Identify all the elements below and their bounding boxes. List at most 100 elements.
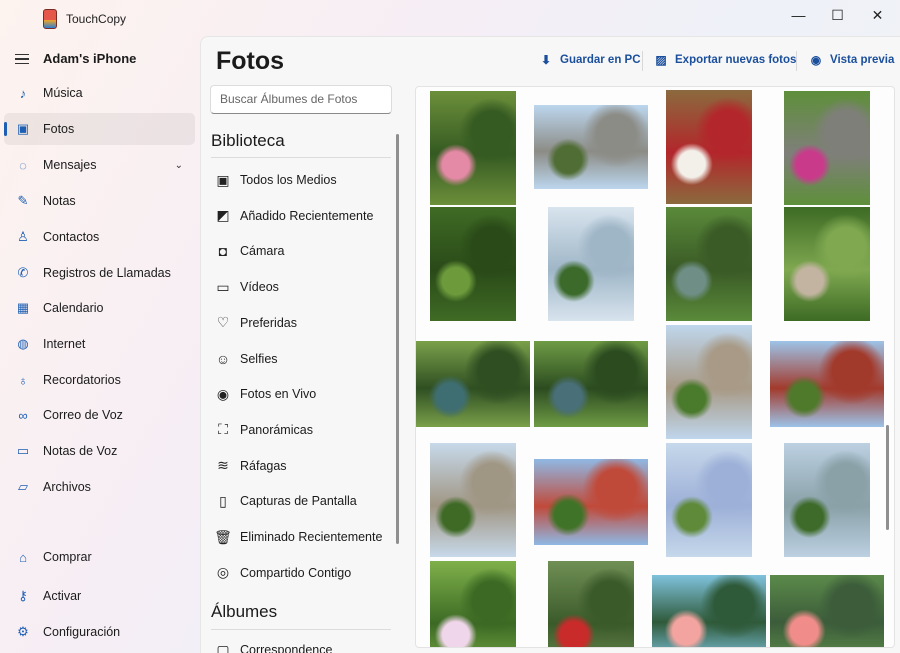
library-item-label: Panorámicas [240, 422, 313, 437]
sidebar-item-archivos[interactable]: ▱ Archivos [4, 471, 195, 503]
live-photo-icon: ◉ [216, 385, 230, 402]
photo-thumbnail[interactable] [548, 207, 634, 321]
sidebar-item-comprar[interactable]: ⌂ Comprar [4, 541, 195, 573]
library-item-label: Compartido Contigo [240, 565, 352, 580]
sidebar-item-correo-de-voz[interactable]: ∞ Correo de Voz [4, 399, 195, 431]
reminders-icon: ♁ [18, 372, 28, 388]
library-item[interactable]: ♡ Preferidas [210, 308, 390, 338]
photo-thumbnail[interactable] [430, 91, 516, 205]
album-icon: ▢ [216, 641, 230, 653]
music-icon: ♪ [19, 85, 27, 101]
export-new-photos-button[interactable]: ▨ Exportar nuevas fotos [654, 53, 796, 67]
preview-label: Vista previa [830, 54, 895, 66]
sidebar-item-label: Calendario [43, 301, 104, 315]
app-title: TouchCopy [66, 12, 127, 26]
recently-added-icon: ◩ [216, 207, 230, 224]
sidebar-item-label: Configuración [43, 625, 121, 639]
album-item-label: Correspondence [240, 643, 333, 653]
photo-thumbnail[interactable] [666, 325, 752, 439]
sidebar-item-registros-de-llamadas[interactable]: ✆ Registros de Llamadas [4, 257, 195, 289]
photo-grid-scrollbar[interactable] [886, 425, 889, 530]
camera-icon: ◘ [218, 243, 228, 260]
photo-thumbnail[interactable] [430, 443, 516, 557]
preview-button[interactable]: ◉ Vista previa [809, 53, 895, 67]
library-item[interactable]: ▭ Vídeos [210, 272, 390, 302]
sidebar-item-notas-de-voz[interactable]: ▭ Notas de Voz [4, 435, 195, 467]
photo-thumbnail[interactable] [784, 91, 870, 205]
library-item-label: Eliminado Recientemente [240, 530, 383, 544]
photo-thumbnail[interactable] [430, 207, 516, 321]
library-item[interactable]: 🗑 Eliminado Recientemente [210, 522, 390, 552]
library-item-label: Todos los Medios [240, 173, 337, 187]
library-item[interactable]: ▯ Capturas de Pantalla [210, 486, 390, 516]
save-to-pc-button[interactable]: ⬇ Guardar en PC [539, 53, 641, 67]
sidebar-item-label: Registros de Llamadas [43, 266, 171, 280]
maximize-button[interactable]: ☐ [815, 0, 860, 30]
gear-icon: ⚙ [17, 624, 29, 639]
photo-thumbnail[interactable] [666, 443, 752, 557]
sidebar-item-label: Correo de Voz [43, 408, 123, 422]
photo-thumbnail[interactable] [666, 207, 752, 321]
library-item[interactable]: ▣ Todos los Medios [210, 165, 390, 195]
library-item[interactable]: ☺ Selfies [210, 344, 390, 374]
sidebar-item-calendario[interactable]: ▦ Calendario [4, 292, 195, 324]
page-title: Fotos [216, 47, 285, 75]
sidebar-item-label: Fotos [43, 122, 75, 136]
library-item[interactable]: ◉ Fotos en Vivo [210, 379, 390, 409]
library-scrollbar[interactable] [396, 134, 399, 544]
eye-icon: ◉ [810, 53, 822, 67]
sidebar-item-notas[interactable]: ✎ Notas [4, 185, 195, 217]
photo-thumbnail[interactable] [666, 90, 752, 204]
library-item[interactable]: ≋ Ráfagas [210, 451, 390, 481]
sidebar-item-internet[interactable]: ◍ Internet [4, 328, 195, 360]
photo-thumbnail[interactable] [784, 207, 870, 321]
sidebar-item-label: Comprar [43, 550, 92, 564]
sidebar-item-música[interactable]: ♪ Música [4, 77, 195, 109]
close-button[interactable]: ✕ [855, 0, 900, 30]
sidebar-item-label: Activar [43, 589, 82, 603]
library-item-label: Ráfagas [240, 458, 287, 473]
photo-thumbnail[interactable] [534, 105, 648, 189]
burst-icon: ≋ [217, 457, 229, 474]
photo-thumbnail[interactable] [770, 575, 884, 647]
library-item-label: Vídeos [240, 280, 279, 295]
library-item-label: Añadido Recientemente [240, 208, 374, 223]
sidebar-item-recordatorios[interactable]: ♁ Recordatorios [4, 364, 195, 396]
photo-grid [415, 86, 895, 648]
selfie-icon: ☺ [215, 350, 231, 367]
menu-icon[interactable] [15, 54, 29, 64]
library-item-label: Capturas de Pantalla [240, 494, 357, 509]
library-item-label: Preferidas [240, 315, 297, 330]
library-item[interactable]: ◩ Añadido Recientemente [210, 201, 390, 231]
notes-icon: ✎ [17, 193, 29, 208]
sidebar-item-configuración[interactable]: ⚙ Configuración [4, 616, 195, 648]
sidebar-item-mensajes[interactable]: ◌ Mensajes ⌄ [4, 149, 195, 181]
library-item[interactable]: ⛶ Panorámicas [210, 415, 390, 445]
photo-thumbnail[interactable] [652, 575, 766, 647]
sidebar-item-contactos[interactable]: ♙ Contactos [4, 221, 195, 253]
photo-thumbnail[interactable] [534, 459, 648, 545]
photos-icon: ▣ [16, 121, 30, 136]
library-item[interactable]: ◘ Cámara [210, 236, 390, 266]
phone-icon: ✆ [17, 265, 29, 280]
sidebar-item-label: Archivos [43, 480, 91, 494]
divider [211, 157, 391, 158]
messages-icon: ◌ [19, 157, 27, 173]
chevron-down-icon[interactable]: ⌄ [175, 160, 183, 171]
app-logo-icon [43, 9, 57, 29]
title-bar: TouchCopy — ☐ ✕ [0, 0, 900, 36]
photo-thumbnail[interactable] [430, 561, 516, 647]
photo-thumbnail[interactable] [548, 561, 634, 647]
cart-icon: ⌂ [19, 549, 27, 565]
photo-thumbnail[interactable] [416, 341, 530, 427]
album-item[interactable]: ▢ Correspondence [210, 635, 390, 653]
library-heading: Biblioteca [211, 131, 285, 150]
photo-thumbnail[interactable] [784, 443, 870, 557]
sidebar-item-activar[interactable]: ⚷ Activar [4, 580, 195, 612]
sidebar-item-fotos[interactable]: ▣ Fotos [4, 113, 195, 145]
library-item[interactable]: ◎ Compartido Contigo [210, 558, 390, 588]
photo-thumbnail[interactable] [534, 341, 648, 427]
library-item-label: Selfies [240, 351, 278, 366]
album-search-input[interactable]: Buscar Álbumes de Fotos [210, 85, 392, 114]
photo-thumbnail[interactable] [770, 341, 884, 427]
